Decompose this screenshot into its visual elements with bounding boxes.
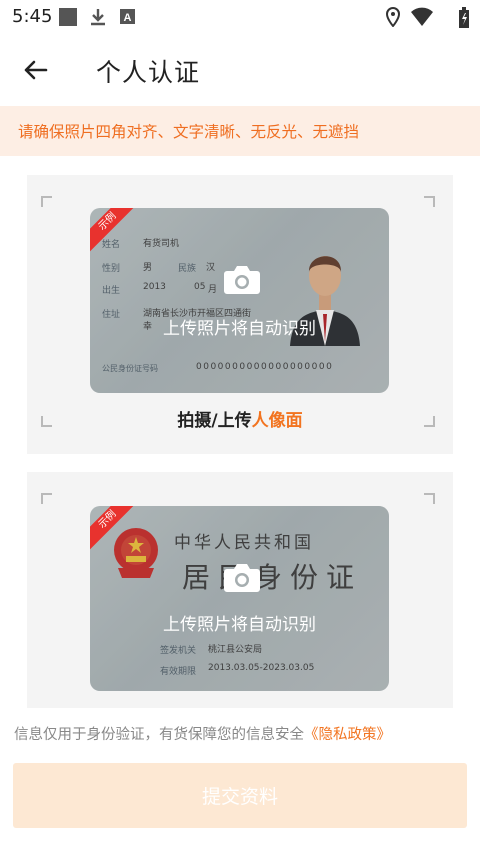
- id-front-upload-card: 姓名 有货司机 性别 男 民族 汉 出生 2013 05 月 住址 湖南省长沙市…: [27, 175, 453, 454]
- corner-marker: [41, 196, 52, 207]
- download-icon: [91, 9, 105, 26]
- caption-prefix: 拍摄/上传: [177, 411, 252, 431]
- submit-button[interactable]: 提交资料: [13, 763, 467, 828]
- back-button[interactable]: [16, 50, 56, 90]
- app-bar: 个人认证: [0, 34, 480, 106]
- upload-hint: 上传照片将自动识别: [163, 615, 316, 635]
- privacy-note-text: 信息仅用于身份验证，有货保障您的信息安全: [14, 727, 304, 743]
- id-back-upload-area[interactable]: 中华人民共和国 居民身份证 签发机关 桃江县公安局 有效期限 2013.03.0…: [90, 506, 389, 691]
- id-front-upload-area[interactable]: 姓名 有货司机 性别 男 民族 汉 出生 2013 05 月 住址 湖南省长沙市…: [90, 208, 389, 393]
- id-back-upload-card: 中华人民共和国 居民身份证 签发机关 桃江县公安局 有效期限 2013.03.0…: [27, 472, 453, 712]
- wifi-icon: [411, 7, 433, 26]
- corner-marker: [41, 493, 52, 504]
- caption-accent: 人像面: [251, 411, 303, 431]
- image-overlay: [90, 506, 389, 691]
- status-bar: 5:45 A: [0, 0, 480, 34]
- status-time: 5:45: [12, 6, 53, 27]
- notice-banner: 请确保照片四角对齐、文字清晰、无反光、无遮挡: [0, 106, 480, 156]
- privacy-note: 信息仅用于身份验证，有货保障您的信息安全《隐私政策》: [14, 723, 391, 744]
- privacy-policy-link[interactable]: 《隐私政策》: [304, 727, 391, 743]
- square-notification-icon: [59, 8, 77, 26]
- location-icon: [385, 7, 401, 27]
- notice-text: 请确保照片四角对齐、文字清晰、无反光、无遮挡: [18, 123, 360, 141]
- battery-icon: [459, 7, 469, 28]
- arrow-left-icon: [24, 60, 48, 80]
- upload-hint: 上传照片将自动识别: [163, 319, 316, 339]
- front-caption: 拍摄/上传人像面: [27, 406, 453, 431]
- corner-marker: [424, 493, 435, 504]
- image-overlay: [90, 208, 389, 393]
- corner-marker: [424, 196, 435, 207]
- camera-icon: [224, 266, 260, 294]
- camera-icon: [224, 564, 260, 592]
- page-title: 个人认证: [96, 58, 201, 87]
- svg-text:A: A: [124, 12, 132, 24]
- a-badge-icon: A: [120, 9, 135, 24]
